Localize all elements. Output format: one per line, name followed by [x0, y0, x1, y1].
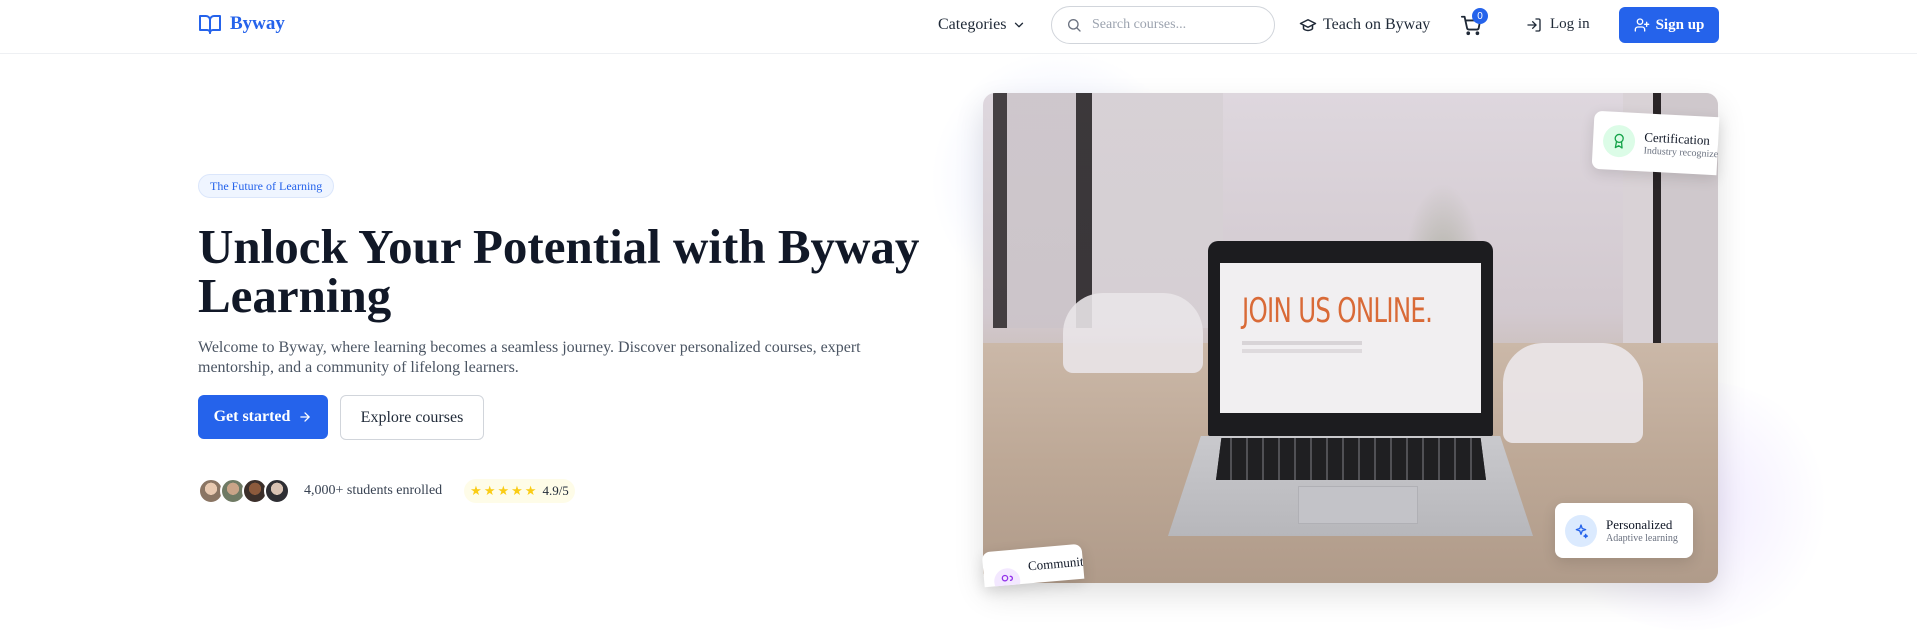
get-started-button[interactable]: Get started	[198, 395, 328, 439]
star-icon: ★	[497, 483, 510, 499]
personalized-card: Personalized Adaptive learning	[1555, 503, 1693, 558]
student-avatars	[198, 478, 290, 504]
avatar	[264, 478, 290, 504]
chair	[1063, 293, 1203, 373]
get-started-label: Get started	[213, 408, 291, 425]
laptop-keyboard	[1216, 438, 1486, 480]
brand-name: Byway	[230, 13, 285, 34]
chevron-down-icon	[1015, 22, 1024, 28]
graduation-cap-icon	[1299, 19, 1317, 32]
laptop-touchpad	[1298, 486, 1418, 524]
user-plus-icon	[1634, 18, 1649, 32]
explore-courses-button[interactable]: Explore courses	[340, 395, 484, 440]
login-label: Log in	[1550, 16, 1590, 32]
rating-badge: ★ ★ ★ ★ ★ 4.9/5	[464, 479, 575, 503]
placeholder-lines	[1242, 341, 1362, 345]
social-proof: 4,000+ students enrolled ★ ★ ★ ★ ★ 4.9/5	[198, 478, 575, 504]
students-enrolled-text: 4,000+ students enrolled	[304, 483, 443, 498]
personalized-subtitle: Adaptive learning	[1606, 533, 1678, 544]
users-icon	[993, 567, 1022, 588]
cart-button[interactable]: 0	[1460, 8, 1488, 38]
personalized-title: Personalized	[1606, 517, 1673, 532]
hero-headline: Unlock Your Potential with Byway Learnin…	[198, 219, 920, 323]
star-icon: ★	[470, 483, 482, 499]
signup-button[interactable]: Sign up	[1619, 7, 1719, 43]
join-us-online-text: JOIN US ONLINE.	[1242, 291, 1433, 331]
sparkles-icon	[1565, 514, 1597, 547]
brand-logo[interactable]: Byway	[198, 12, 285, 36]
certification-card: Certification Industry recognized	[1591, 110, 1720, 176]
cart-count-badge: 0	[1472, 8, 1488, 24]
search-icon	[1068, 19, 1081, 32]
laptop-screen: JOIN US ONLINE.	[1208, 241, 1493, 436]
open-book-icon	[199, 15, 221, 34]
community-title: Community	[1027, 553, 1085, 574]
login-link[interactable]: Log in	[1526, 16, 1590, 33]
laptop-display: JOIN US ONLINE.	[1220, 263, 1481, 413]
chair	[1503, 343, 1643, 443]
log-in-icon	[1527, 17, 1541, 32]
navbar: Byway Categories Teach on Byway 0 Log in…	[0, 0, 1917, 54]
rating-value: 4.9/5	[542, 483, 569, 498]
award-icon	[1602, 124, 1636, 158]
search-box	[1051, 6, 1275, 44]
arrow-right-icon	[300, 412, 311, 422]
star-icon: ★	[524, 483, 537, 499]
search-input[interactable]	[1092, 17, 1262, 33]
hero-subtext: Welcome to Byway, where learning becomes…	[198, 339, 861, 376]
tagline-pill: The Future of Learning	[198, 174, 335, 198]
signup-label: Sign up	[1655, 16, 1705, 33]
star-icon: ★	[511, 483, 523, 499]
teach-label: Teach on Byway	[1323, 16, 1431, 33]
teach-on-byway-link[interactable]: Teach on Byway	[1299, 16, 1430, 34]
categories-label: Categories	[938, 16, 1007, 33]
star-icon: ★	[483, 483, 496, 499]
categories-dropdown[interactable]: Categories	[938, 16, 1026, 34]
